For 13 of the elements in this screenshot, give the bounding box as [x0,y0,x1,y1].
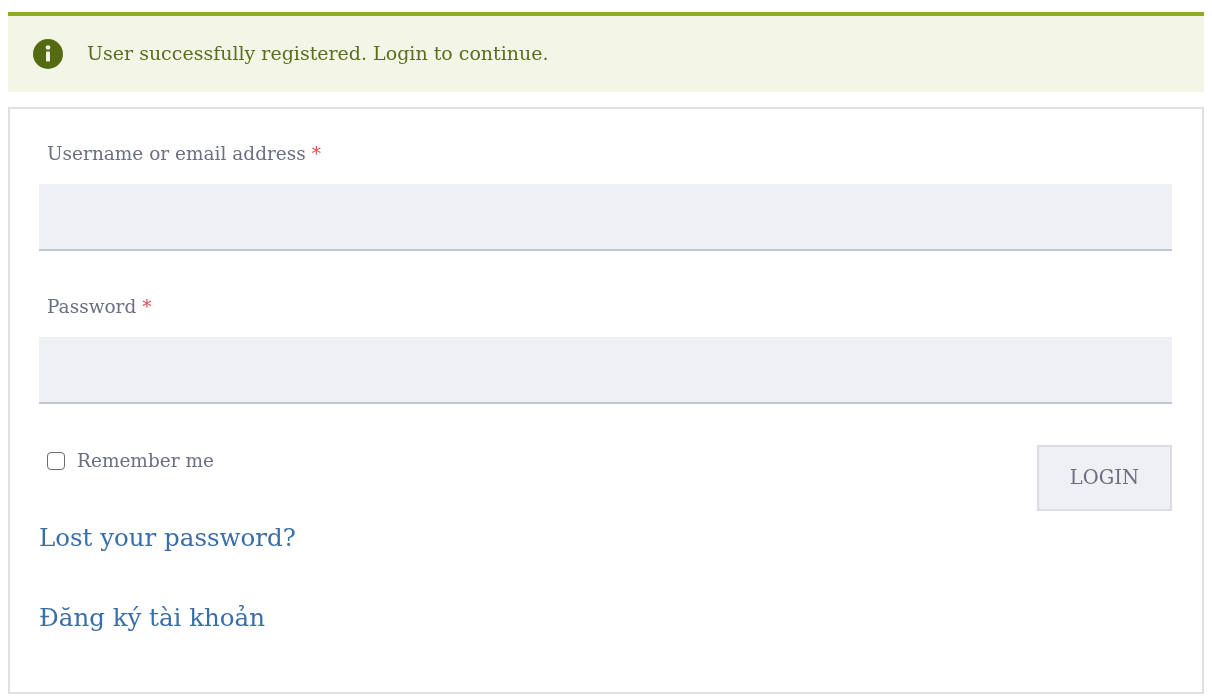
register-link[interactable]: Đăng ký tài khoản [39,599,265,637]
lost-password-link[interactable]: Lost your password? [39,519,296,557]
remember-checkbox[interactable] [47,452,65,470]
field-label: Password [47,295,137,320]
notice-message: User successfully registered. Login to continue. [87,40,549,66]
info-icon [33,39,63,69]
login-button[interactable]: LOGIN [1037,445,1172,511]
username-field[interactable] [39,184,1172,251]
required-asterisk: * [311,142,322,167]
field-label: Username or email address [47,142,306,167]
password-field[interactable] [39,337,1172,404]
remember-label: Remember me [77,449,214,474]
required-asterisk: * [142,295,152,320]
